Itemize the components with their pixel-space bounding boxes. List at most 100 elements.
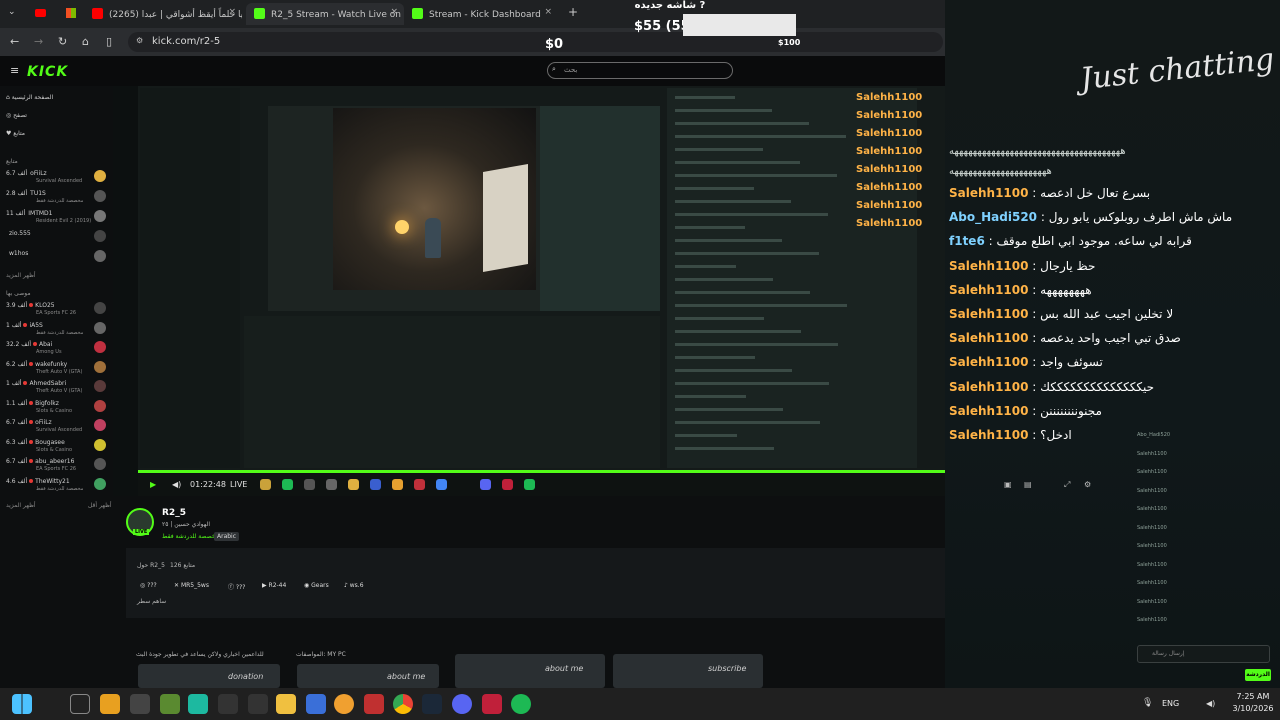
settings-icon[interactable]: ⚙ (1084, 480, 1091, 489)
close-icon[interactable]: × (544, 7, 552, 17)
youtube-pinned-icon[interactable] (35, 9, 46, 17)
channel-avatar (94, 321, 106, 334)
search-input[interactable]: ⌕ بحث (547, 62, 733, 79)
close-icon[interactable]: × (390, 7, 398, 17)
sidebar-item-home[interactable]: ⌂ الصفحة الرئيسية (6, 94, 110, 106)
seek-bar[interactable] (138, 470, 945, 473)
tab-youtube[interactable]: (2265) يا حلماً أيقظ أشواقي | عبدا × (92, 3, 242, 25)
show-more-footer[interactable]: أظهر المزيد (6, 502, 46, 514)
sidebar-channel[interactable]: 2.8 ألف TU1S مخصصة للدردشة فقط (6, 190, 110, 204)
sidebar-channel[interactable]: 6.7 ألف oFiiLz Survival Ascended (6, 170, 110, 184)
discord-link[interactable]: ◉ Gears (304, 582, 329, 589)
app-icon[interactable] (188, 694, 208, 714)
volume-icon[interactable]: ◀) (172, 480, 181, 489)
sidebar-item-browse[interactable]: ◎ تصفح (6, 112, 110, 124)
sidebar-toggle-icon[interactable]: ▯ (106, 35, 112, 48)
kick-header: ≡ (0, 56, 945, 86)
app-icon[interactable] (306, 694, 326, 714)
close-icon[interactable]: × (228, 7, 236, 17)
reload-icon[interactable]: ↻ (58, 35, 67, 48)
panel-about[interactable]: about me (455, 654, 605, 688)
home-icon[interactable]: ⌂ (82, 35, 89, 48)
chrome-icon[interactable] (393, 694, 413, 714)
stream-title: الهوادي حسين | ٢٥ (162, 521, 211, 528)
sidebar-channel[interactable]: 1.1 ألف Bigfolkz Slots & Casino (6, 399, 110, 414)
tab-kick-dashboard[interactable]: Stream - Kick Dashboard × (408, 3, 558, 25)
send-button[interactable]: الدردشة (1245, 669, 1271, 681)
app-icon[interactable] (100, 694, 120, 714)
menu-icon[interactable]: ≡ (10, 64, 19, 77)
show-more-link[interactable]: أظهر المزيد (6, 272, 110, 284)
x-link[interactable]: ✕ MR5_5ws (174, 582, 209, 589)
chat-line-placeholder (675, 161, 800, 164)
minecraft-icon[interactable] (160, 694, 180, 714)
kick-icon (254, 8, 265, 19)
new-tab-button[interactable]: + (568, 5, 578, 19)
panel-subscribe[interactable]: subscribe (613, 654, 763, 688)
expand-icon[interactable]: ⤢ (1064, 480, 1070, 490)
sidebar-item-label: متابع (13, 130, 26, 137)
sidebar-channel[interactable]: 32.2 ألف Abai Among Us (6, 341, 110, 355)
channel-name: Abai (39, 341, 53, 348)
sidebar-channel[interactable]: 3.9 ألف KLO25 EA Sports FC 26 (6, 302, 110, 316)
youtube-link[interactable]: ▶ R2-44 (262, 582, 286, 589)
layout-icon[interactable]: ▤ (1024, 480, 1032, 489)
app-icon[interactable] (364, 694, 384, 714)
file-explorer-icon[interactable] (276, 694, 296, 714)
chat-input[interactable]: إرسال رسالة (1137, 645, 1270, 663)
address-bar[interactable]: ⚙ kick.com/r2-5 (128, 32, 943, 52)
epic-games-icon[interactable] (70, 694, 90, 714)
show-less-footer[interactable]: أظهر أقل (88, 502, 118, 514)
tiktok-link[interactable]: ♪ ws.6 (344, 582, 364, 589)
streamer-name[interactable]: R2_5 (162, 508, 186, 518)
tab-list-chevron-icon[interactable]: ⌄ (8, 7, 16, 17)
sidebar-channel[interactable]: 4.6 ألف TheWitty21 مخصصة للدردشة فقط (6, 477, 110, 492)
forward-icon[interactable]: → (34, 35, 43, 48)
sidebar-channel[interactable]: 1 ألف iA5S مخصصة للدردشة فقط (6, 321, 110, 336)
app-icon[interactable] (334, 694, 354, 714)
instagram-link[interactable]: ◎ ??? (140, 582, 157, 589)
popout-icon[interactable]: ▣ (1004, 480, 1012, 489)
tab-kick-stream[interactable]: R2_5 Stream - Watch Live on Kick × (246, 3, 404, 25)
kick-logo[interactable]: KICK (27, 64, 68, 80)
sidebar-channel[interactable]: 6.3 ألف Bougasee Slots & Casino (6, 438, 110, 453)
stream-category[interactable]: مخصصة للدردشة فقط (162, 533, 219, 540)
play-icon[interactable]: ▶ (150, 480, 156, 489)
chat-line-placeholder (675, 434, 737, 437)
speaker-icon[interactable]: ◀) (1206, 699, 1215, 708)
windows-start-icon[interactable] (12, 694, 32, 714)
site-info-icon[interactable]: ⚙ (136, 36, 143, 45)
sidebar-channel[interactable]: zio.555 (6, 230, 110, 242)
channel-avatar (94, 302, 106, 314)
obs-icon[interactable] (130, 694, 150, 714)
input-language[interactable]: ENG (1162, 699, 1179, 708)
panel-about[interactable]: about me (297, 664, 439, 688)
app-icon[interactable] (248, 694, 268, 714)
panel-donation[interactable]: donation (138, 664, 280, 688)
facebook-link[interactable]: ⓕ ??? (228, 582, 245, 591)
mic-icon[interactable]: 🎙 (1142, 698, 1153, 708)
sidebar-channel[interactable]: 6.2 ألف wakefunky Theft Auto V (GTA) (6, 360, 110, 375)
system-clock[interactable]: 7:25 AM 3/10/2026 (1228, 692, 1278, 713)
panel-label: subscribe (708, 664, 747, 673)
back-icon[interactable]: ← (10, 35, 19, 48)
live-indicator: LIVE (230, 480, 248, 489)
sidebar-channel[interactable]: 11 ألف IMTMD1 Resident Evil 2 (2019) (6, 210, 110, 224)
app-icon[interactable] (482, 694, 502, 714)
faint-chat-line: Salehh1100 (1137, 617, 1167, 623)
sidebar-channel[interactable]: 6.7 ألف oFiiLz Survival Ascended (6, 419, 110, 433)
captured-chat-name: Salehh1100 (856, 218, 923, 229)
faint-chat-line: Salehh1100 (1137, 524, 1167, 531)
microsoft-pinned-icon[interactable] (66, 8, 76, 18)
character-figure (425, 218, 441, 258)
sidebar-channel[interactable]: 1 ألف AhmedSabri Theft Auto V (GTA) (6, 380, 110, 394)
app-icon[interactable] (218, 694, 238, 714)
discord-icon[interactable] (452, 694, 472, 714)
sidebar-channel[interactable]: 6.7 ألف abu_abeer16 EA Sports FC 26 (6, 458, 110, 472)
sidebar-item-following[interactable]: ♥ متابع (6, 130, 110, 142)
spotify-icon[interactable] (511, 694, 531, 714)
steam-icon[interactable] (422, 694, 442, 714)
language-badge[interactable]: Arabic (214, 532, 240, 541)
viewer-count: 4.6 ألف (6, 477, 28, 485)
sidebar-channel[interactable]: w1hos (6, 250, 110, 262)
